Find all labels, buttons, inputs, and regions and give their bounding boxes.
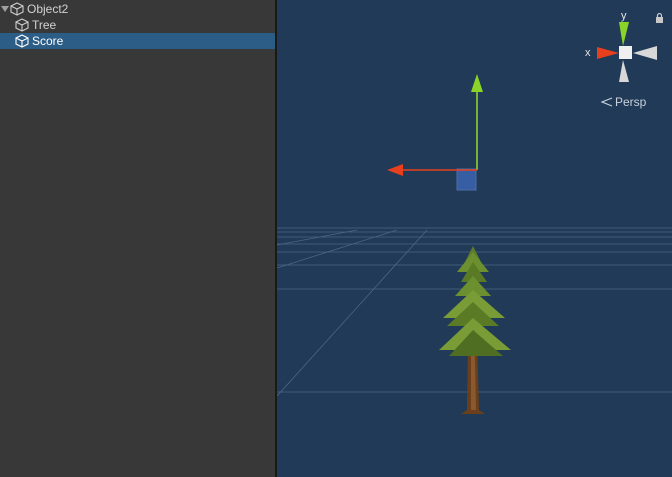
cube-icon xyxy=(15,18,29,32)
hierarchy-panel: Object2 Tree Score xyxy=(0,0,290,477)
hierarchy-item-label: Score xyxy=(32,34,64,48)
projection-label: Persp xyxy=(615,95,647,109)
cube-icon xyxy=(10,2,24,16)
perspective-icon xyxy=(601,97,613,107)
gizmo-y-label: y xyxy=(621,10,627,22)
orientation-gizmo xyxy=(597,22,657,82)
hierarchy-item-object2[interactable]: Object2 xyxy=(0,1,275,17)
lock-icon[interactable] xyxy=(655,12,664,26)
hierarchy-item-tree[interactable]: Tree xyxy=(0,17,290,33)
scene-canvas[interactable]: y x xyxy=(277,0,672,477)
gizmo-x-label: x xyxy=(585,47,591,59)
projection-toggle[interactable]: Persp xyxy=(601,95,646,109)
move-tool-gizmo xyxy=(387,74,483,191)
fold-arrow-icon[interactable] xyxy=(0,1,10,17)
scene-view[interactable]: y x Persp xyxy=(277,0,672,477)
hierarchy-item-label: Tree xyxy=(32,18,57,32)
hierarchy-item-score[interactable]: Score xyxy=(0,33,290,49)
tree-model xyxy=(439,246,511,414)
cube-icon xyxy=(15,34,29,48)
hierarchy-item-label: Object2 xyxy=(27,2,69,16)
